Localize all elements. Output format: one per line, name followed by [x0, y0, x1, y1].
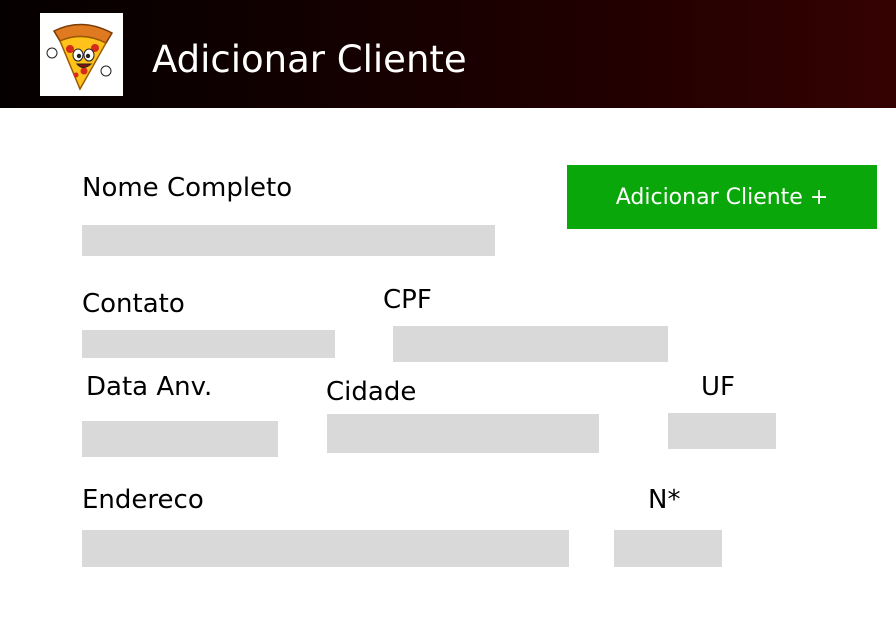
data-anv-label: Data Anv.	[86, 372, 213, 402]
cpf-input[interactable]	[393, 326, 668, 362]
nome-completo-label: Nome Completo	[82, 173, 293, 203]
contato-input[interactable]	[82, 330, 335, 358]
page: Adicionar Cliente Adicionar Cliente + No…	[0, 0, 896, 636]
numero-label: N*	[648, 485, 681, 515]
numero-input[interactable]	[614, 530, 722, 567]
data-anv-input[interactable]	[82, 421, 278, 457]
page-title: Adicionar Cliente	[152, 38, 467, 81]
pizza-mascot-icon	[40, 13, 123, 96]
page-header: Adicionar Cliente	[0, 0, 896, 108]
nome-completo-input[interactable]	[82, 225, 495, 256]
contato-label: Contato	[82, 289, 185, 319]
cpf-label: CPF	[383, 285, 432, 315]
uf-input[interactable]	[668, 413, 776, 449]
cidade-label: Cidade	[326, 377, 417, 407]
endereco-input[interactable]	[82, 530, 569, 567]
cidade-input[interactable]	[327, 414, 599, 453]
endereco-label: Endereco	[82, 485, 204, 515]
add-client-button[interactable]: Adicionar Cliente +	[567, 165, 877, 229]
uf-label: UF	[701, 372, 735, 402]
